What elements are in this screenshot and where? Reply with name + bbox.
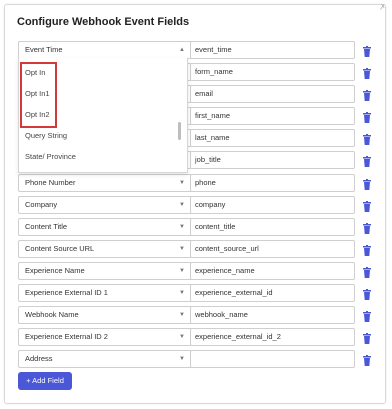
field-value-input[interactable]: last_name <box>190 129 355 147</box>
chevron-down-icon: ▼ <box>179 224 185 230</box>
field-value-input[interactable]: email <box>190 85 355 103</box>
trash-icon[interactable] <box>362 331 372 344</box>
field-select[interactable]: Content Source URL ▼ <box>18 240 192 258</box>
chevron-down-icon: ▼ <box>179 290 185 296</box>
trash-icon[interactable] <box>362 353 372 366</box>
chevron-down-icon: ▼ <box>179 180 185 186</box>
trash-icon[interactable] <box>362 199 372 212</box>
field-value-input[interactable]: form_name <box>190 63 355 81</box>
chevron-down-icon: ▼ <box>179 202 185 208</box>
trash-icon[interactable] <box>362 221 372 234</box>
field-select[interactable]: Company ▼ <box>18 196 192 214</box>
field-value-input[interactable]: experience_external_id <box>190 284 355 302</box>
field-value-input[interactable]: experience_external_id_2 <box>190 328 355 346</box>
trash-icon[interactable] <box>362 177 372 190</box>
field-value-input[interactable]: content_title <box>190 218 355 236</box>
field-select[interactable]: Webhook Name ▼ <box>18 306 192 324</box>
field-select[interactable]: Experience External ID 1 ▼ <box>18 284 192 302</box>
chevron-down-icon: ▼ <box>179 356 185 362</box>
dropdown-option[interactable]: State/ Province <box>25 152 76 161</box>
chevron-up-icon: ▲ <box>179 47 185 53</box>
field-select-label: Experience External ID 1 <box>25 288 108 297</box>
field-select[interactable]: Phone Number ▼ <box>18 174 192 192</box>
field-select-label: Address <box>25 354 53 363</box>
chevron-down-icon: ▼ <box>179 246 185 252</box>
field-select-label: Webhook Name <box>25 310 79 319</box>
dropdown-scrollbar[interactable] <box>178 122 181 140</box>
corner-glyph: ꭗ <box>381 3 385 10</box>
field-select-label: Experience External ID 2 <box>25 332 108 341</box>
dropdown-option[interactable]: Query String <box>25 131 67 140</box>
field-select[interactable]: Event Time ▲ <box>18 41 192 59</box>
field-value-input[interactable]: company <box>190 196 355 214</box>
dropdown-option[interactable]: Opt In2 <box>25 110 50 119</box>
field-select[interactable]: Experience Name ▼ <box>18 262 192 280</box>
dropdown-option[interactable]: Opt In1 <box>25 89 50 98</box>
field-value-input[interactable]: first_name <box>190 107 355 125</box>
field-select-label: Company <box>25 200 58 209</box>
field-select-label: Content Title <box>25 222 68 231</box>
field-select-label: Phone Number <box>25 178 76 187</box>
trash-icon[interactable] <box>362 66 372 79</box>
field-value-input[interactable]: experience_name <box>190 262 355 280</box>
chevron-down-icon: ▼ <box>179 334 185 340</box>
trash-icon[interactable] <box>362 309 372 322</box>
field-value-input[interactable]: webhook_name <box>190 306 355 324</box>
field-value-input[interactable]: job_title <box>190 151 355 169</box>
field-value-input[interactable]: content_source_url <box>190 240 355 258</box>
chevron-down-icon: ▼ <box>179 268 185 274</box>
trash-icon[interactable] <box>362 243 372 256</box>
dropdown-option[interactable]: Opt In <box>25 68 45 77</box>
field-value-input[interactable]: phone <box>190 174 355 192</box>
trash-icon[interactable] <box>362 265 372 278</box>
field-select-label: Event Time <box>25 45 63 54</box>
field-value-input[interactable]: event_time <box>190 41 355 59</box>
trash-icon[interactable] <box>362 154 372 167</box>
page-title: Configure Webhook Event Fields <box>17 16 190 28</box>
chevron-down-icon: ▼ <box>179 312 185 318</box>
trash-icon[interactable] <box>362 287 372 300</box>
add-field-button[interactable]: + Add Field <box>18 372 72 390</box>
trash-icon[interactable] <box>362 132 372 145</box>
trash-icon[interactable] <box>362 110 372 123</box>
trash-icon[interactable] <box>362 44 372 57</box>
field-dropdown-menu: Opt In Opt In1 Opt In2 Query String Stat… <box>18 58 188 173</box>
field-select[interactable]: Content Title ▼ <box>18 218 192 236</box>
trash-icon[interactable] <box>362 88 372 101</box>
field-select-label: Content Source URL <box>25 244 95 253</box>
field-value-input[interactable] <box>190 350 355 368</box>
field-select[interactable]: Experience External ID 2 ▼ <box>18 328 192 346</box>
field-select[interactable]: Address ▼ <box>18 350 192 368</box>
field-select-label: Experience Name <box>25 266 85 275</box>
